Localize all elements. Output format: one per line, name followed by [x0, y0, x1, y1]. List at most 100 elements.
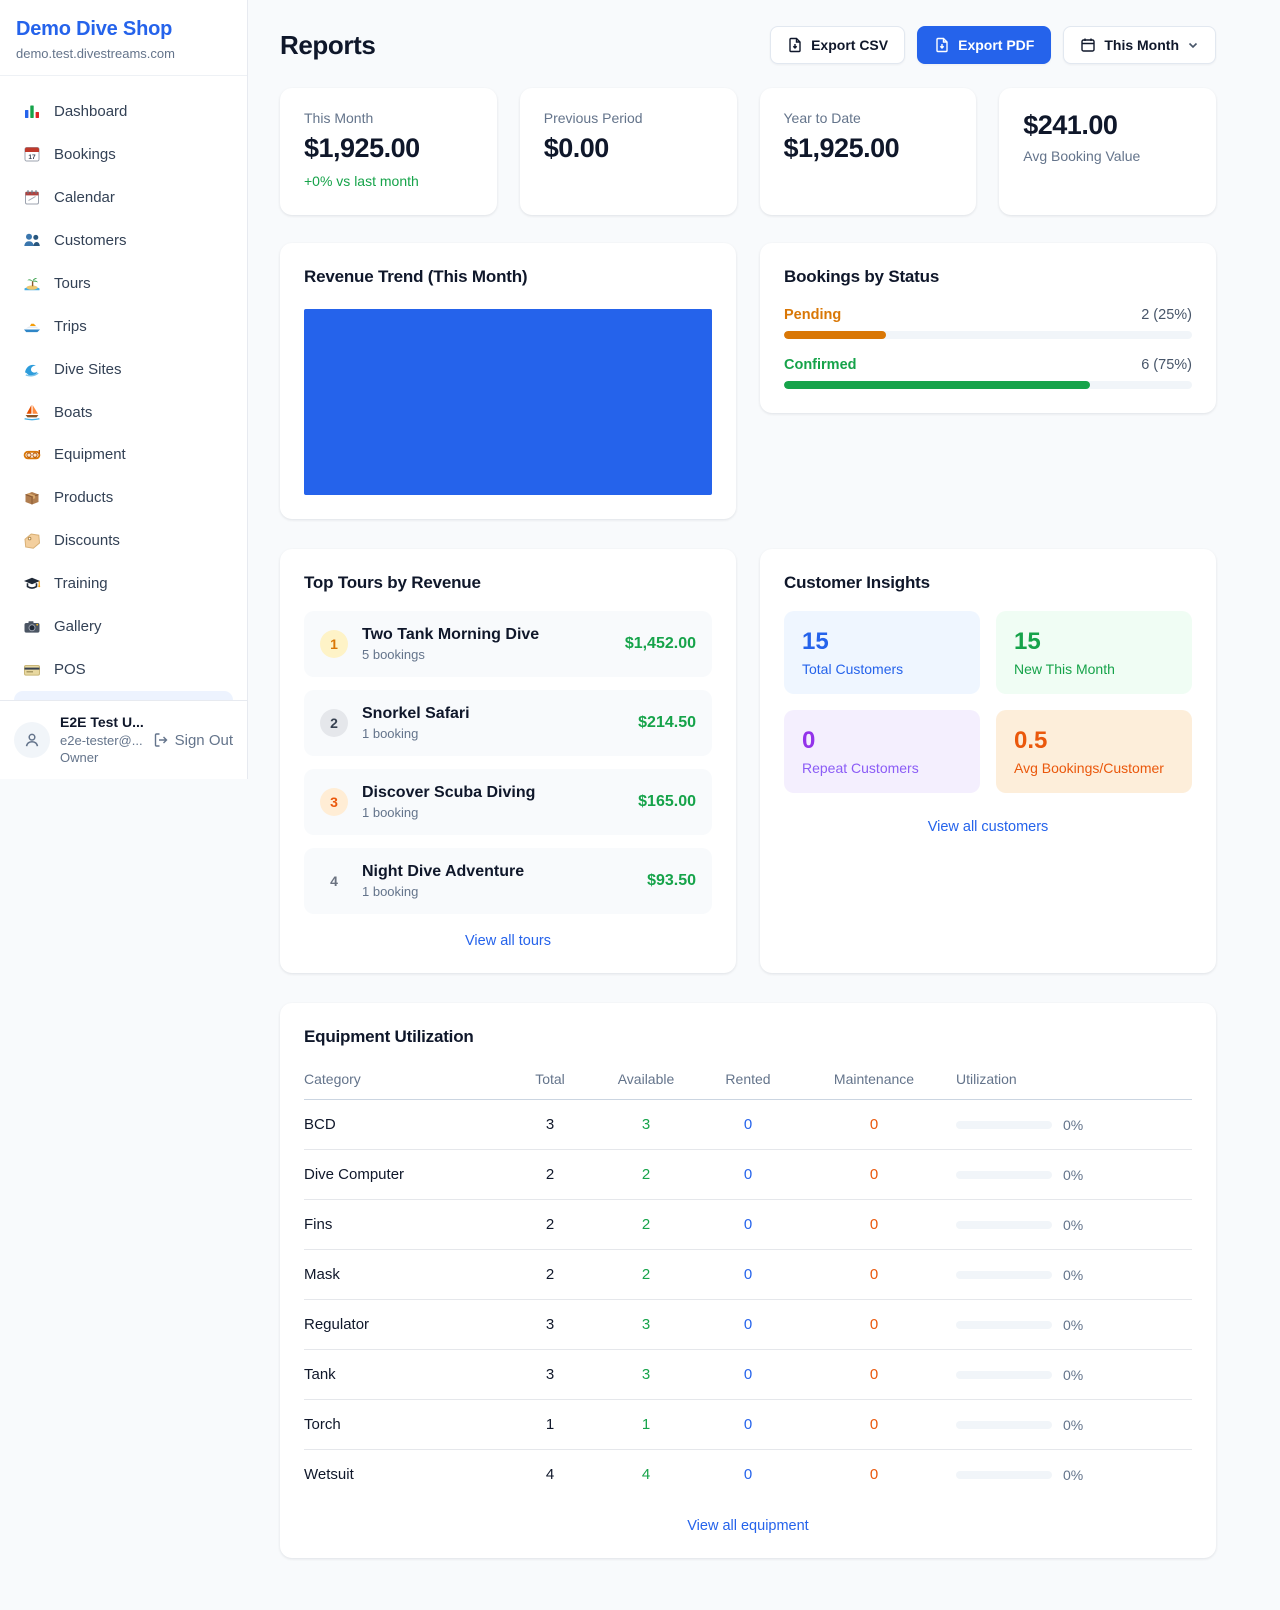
table-header-row: Category Total Available Rented Maintena… [304, 1061, 1192, 1100]
tile-label: Repeat Customers [802, 760, 962, 776]
col-maintenance: Maintenance [800, 1061, 948, 1100]
sidebar-user-panel: E2E Test U... e2e-tester@... Owner Sign … [0, 700, 247, 779]
sidebar-item-dive-sites[interactable]: Dive Sites [12, 348, 235, 391]
tour-revenue: $165.00 [638, 793, 696, 811]
stat-delta: +0% vs last month [304, 173, 473, 189]
sidebar-item-equipment[interactable]: Equipment [12, 434, 235, 477]
user-email: e2e-tester@... [60, 732, 143, 750]
shop-domain: demo.test.divestreams.com [16, 46, 231, 61]
view-all-equipment-link[interactable]: View all equipment [304, 1518, 1192, 1534]
cell-maintenance: 0 [800, 1250, 948, 1300]
graduation-cap-icon [22, 574, 42, 594]
cell-total: 2 [504, 1250, 596, 1300]
sidebar-item-bookings[interactable]: 17 Bookings [12, 133, 235, 176]
status-rows: Pending 2 (25%) Confirmed 6 (75%) [784, 307, 1192, 389]
desert-island-icon [22, 273, 42, 293]
page-header: Reports Export CSV Export PDF This Month [280, 26, 1216, 64]
credit-card-icon [22, 660, 42, 680]
utilization-bar [956, 1171, 1052, 1179]
sign-out-button[interactable]: Sign Out [153, 732, 233, 749]
file-download-icon [787, 37, 803, 53]
progress-track [784, 331, 1192, 339]
sidebar-item-training[interactable]: Training [12, 562, 235, 605]
sidebar-item-discounts[interactable]: Discounts [12, 519, 235, 562]
export-pdf-button[interactable]: Export PDF [917, 26, 1051, 64]
sidebar-item-label: Tours [54, 275, 91, 292]
sidebar-item-trips[interactable]: Trips [12, 305, 235, 348]
speedboat-icon [22, 316, 42, 336]
sailboat-icon [22, 402, 42, 422]
cell-available: 3 [596, 1100, 696, 1150]
sidebar-item-label: Equipment [54, 446, 126, 463]
sidebar-item-products[interactable]: Products [12, 476, 235, 519]
view-all-tours-link[interactable]: View all tours [304, 933, 712, 949]
period-dropdown[interactable]: This Month [1063, 26, 1216, 64]
cell-available: 2 [596, 1200, 696, 1250]
view-all-customers-link[interactable]: View all customers [784, 819, 1192, 835]
progress-track [784, 381, 1192, 389]
sidebar-item-gallery[interactable]: Gallery [12, 605, 235, 648]
cell-category: Regulator [304, 1300, 504, 1350]
tour-revenue: $214.50 [638, 714, 696, 732]
revenue-trend-chart [304, 309, 712, 495]
sidebar-item-calendar[interactable]: Calendar [12, 176, 235, 219]
rank-badge: 3 [320, 788, 348, 816]
cell-available: 4 [596, 1450, 696, 1500]
cell-total: 3 [504, 1100, 596, 1150]
utilization-percent: 0% [1063, 1217, 1083, 1233]
utilization-percent: 0% [1063, 1167, 1083, 1183]
export-csv-button[interactable]: Export CSV [770, 26, 905, 64]
progress-fill [784, 381, 1090, 389]
chevron-down-icon [1187, 39, 1199, 51]
table-row: Dive Computer 2 2 0 0 0% [304, 1150, 1192, 1200]
tour-name: Discover Scuba Diving [362, 784, 624, 802]
sidebar-item-label: Products [54, 489, 113, 506]
tour-row: 4 Night Dive Adventure 1 booking $93.50 [304, 848, 712, 914]
stat-card-this-month: This Month $1,925.00 +0% vs last month [280, 88, 497, 215]
sidebar-item-pos[interactable]: POS [12, 648, 235, 691]
tile-value: 0.5 [1014, 727, 1174, 755]
export-pdf-label: Export PDF [958, 37, 1034, 53]
cell-rented: 0 [696, 1150, 800, 1200]
table-row: BCD 3 3 0 0 0% [304, 1100, 1192, 1150]
cell-available: 3 [596, 1350, 696, 1400]
sidebar-item-tours[interactable]: Tours [12, 262, 235, 305]
status-count: 6 (75%) [1141, 357, 1192, 373]
bar-chart-icon [22, 101, 42, 121]
sidebar-item-label: Trips [54, 318, 87, 335]
sidebar-item-label: Training [54, 575, 108, 592]
sidebar: Demo Dive Shop demo.test.divestreams.com… [0, 0, 248, 779]
avatar [14, 722, 50, 758]
cell-total: 1 [504, 1400, 596, 1450]
sidebar-item-dashboard[interactable]: Dashboard [12, 90, 235, 133]
stat-label: This Month [304, 110, 473, 126]
cell-maintenance: 0 [800, 1350, 948, 1400]
tile-label: New This Month [1014, 661, 1174, 677]
cell-rented: 0 [696, 1250, 800, 1300]
sidebar-item-customers[interactable]: Customers [12, 219, 235, 262]
cell-maintenance: 0 [800, 1450, 948, 1500]
table-row: Wetsuit 4 4 0 0 0% [304, 1450, 1192, 1500]
tour-row: 2 Snorkel Safari 1 booking $214.50 [304, 690, 712, 756]
table-row: Mask 2 2 0 0 0% [304, 1250, 1192, 1300]
tile-label: Avg Bookings/Customer [1014, 760, 1174, 776]
utilization-percent: 0% [1063, 1417, 1083, 1433]
utilization-percent: 0% [1063, 1267, 1083, 1283]
package-icon [22, 488, 42, 508]
sidebar-item-label: Bookings [54, 146, 116, 163]
tour-bookings: 1 booking [362, 805, 624, 820]
cell-available: 3 [596, 1300, 696, 1350]
stat-card-previous-period: Previous Period $0.00 [520, 88, 737, 215]
sidebar-item-boats[interactable]: Boats [12, 391, 235, 434]
tile-value: 0 [802, 727, 962, 755]
table-row: Fins 2 2 0 0 0% [304, 1200, 1192, 1250]
cell-category: Fins [304, 1200, 504, 1250]
customer-insights-card: Customer Insights 15 Total Customers 15 … [760, 549, 1216, 973]
bookings-by-status-card: Bookings by Status Pending 2 (25%) Confi… [760, 243, 1216, 413]
sidebar-item-label: Discounts [54, 532, 120, 549]
tile-new-this-month: 15 New This Month [996, 611, 1192, 694]
utilization-percent: 0% [1063, 1317, 1083, 1333]
tour-row: 1 Two Tank Morning Dive 5 bookings $1,45… [304, 611, 712, 677]
cell-maintenance: 0 [800, 1300, 948, 1350]
wave-icon [22, 359, 42, 379]
